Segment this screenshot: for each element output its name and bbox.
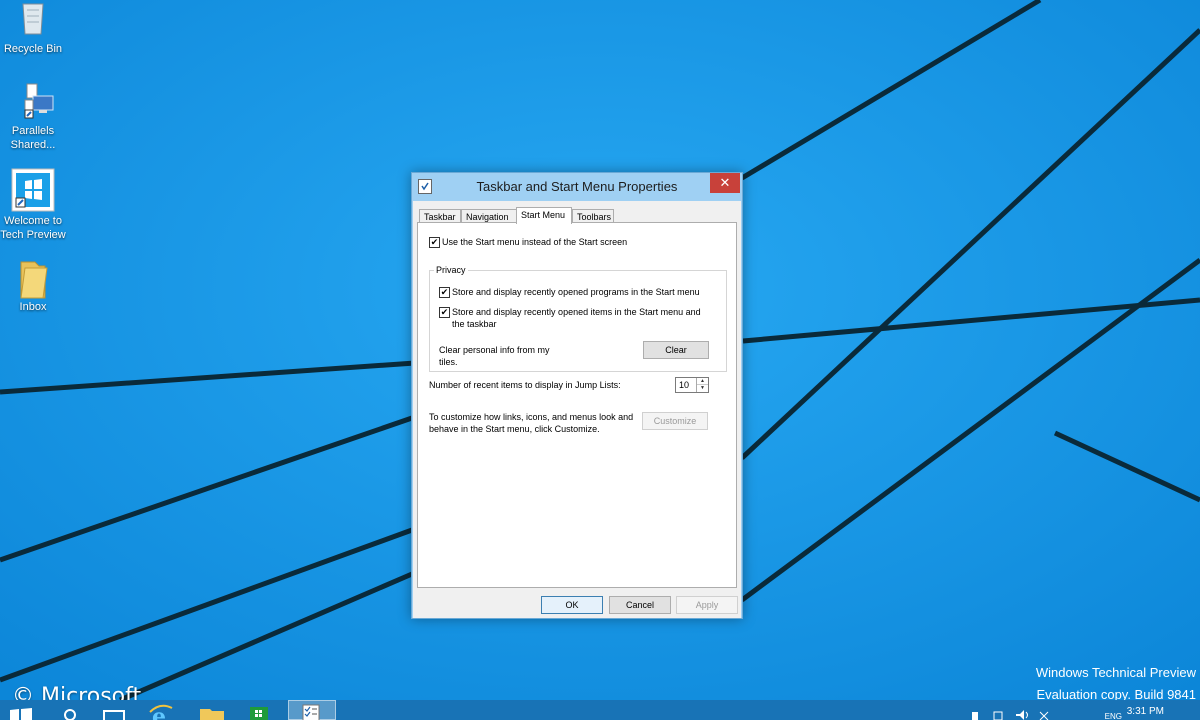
store-programs-checkbox[interactable]: ✔ bbox=[439, 287, 450, 298]
network-icon bbox=[993, 711, 1003, 720]
dialog-body: Taskbar Navigation Start Menu Toolbars ✔… bbox=[413, 201, 741, 618]
folder-icon bbox=[13, 258, 53, 299]
customize-text: To customize how links, icons, and menus… bbox=[429, 411, 633, 435]
privacy-legend: Privacy bbox=[434, 264, 468, 276]
store-icon bbox=[250, 707, 268, 720]
search-icon bbox=[64, 709, 76, 720]
dialog-title: Taskbar and Start Menu Properties bbox=[476, 179, 678, 194]
welcome-tech-preview-label: Welcome to Tech Preview bbox=[0, 215, 66, 241]
clear-personal-info-text: Clear personal info from my tiles. bbox=[439, 344, 550, 368]
folder-icon bbox=[200, 709, 224, 720]
language-indicator[interactable]: ENG bbox=[1105, 712, 1122, 720]
tray-misc-icon bbox=[1039, 711, 1049, 720]
clear-button[interactable]: Clear bbox=[643, 341, 709, 359]
inbox-label: Inbox bbox=[19, 301, 47, 313]
taskbar: e ENG 3:31 PM bbox=[0, 700, 1200, 720]
windows-logo-icon bbox=[11, 168, 55, 212]
close-button[interactable]: ✕ bbox=[710, 173, 740, 193]
task-view-icon bbox=[103, 710, 125, 720]
store-items-label-line-2: the taskbar bbox=[452, 319, 497, 329]
jump-lists-stepper[interactable]: 10 ▲ ▼ bbox=[675, 377, 709, 393]
inbox-shortcut[interactable]: Inbox bbox=[0, 258, 68, 314]
parallels-shared-shortcut[interactable]: Parallels Shared... bbox=[0, 82, 68, 152]
tab-navigation[interactable]: Navigation bbox=[461, 209, 517, 223]
customize-button[interactable]: Customize bbox=[642, 412, 708, 430]
windows-start-icon bbox=[10, 708, 32, 720]
recycle-bin-icon bbox=[13, 0, 53, 40]
parallels-shared-label: Parallels Shared... bbox=[10, 125, 56, 151]
store-items-label-line-1: Store and display recently opened items … bbox=[452, 307, 701, 317]
privacy-group: Privacy ✔ Store and display recently ope… bbox=[429, 264, 727, 372]
store-items-checkbox[interactable]: ✔ bbox=[439, 307, 450, 318]
action-center-icon bbox=[972, 712, 978, 720]
task-view-button[interactable] bbox=[92, 700, 136, 720]
recycle-bin-shortcut[interactable]: Recycle Bin bbox=[0, 0, 68, 56]
taskbar-properties-taskbar-button[interactable] bbox=[288, 700, 336, 720]
jump-lists-value[interactable]: 10 bbox=[679, 380, 689, 390]
welcome-tech-preview-shortcut[interactable]: Welcome to Tech Preview bbox=[0, 168, 68, 242]
ok-button[interactable]: OK bbox=[541, 596, 603, 614]
internet-explorer-button[interactable]: e bbox=[138, 700, 182, 720]
use-start-menu-label: Use the Start menu instead of the Start … bbox=[442, 237, 628, 247]
use-start-menu-checkbox[interactable]: ✔ bbox=[429, 237, 440, 248]
clear-text-line-1: Clear personal info from my bbox=[439, 345, 550, 355]
stepper-down-icon[interactable]: ▼ bbox=[697, 385, 708, 392]
customize-text-line-1: To customize how links, icons, and menus… bbox=[429, 412, 634, 422]
customize-text-line-2: behave in the Start menu, click Customiz… bbox=[429, 424, 600, 434]
eval-line-1: Windows Technical Preview bbox=[1035, 665, 1196, 680]
jump-lists-label: Number of recent items to display in Jum… bbox=[429, 380, 621, 390]
tab-start-menu[interactable]: Start Menu bbox=[516, 207, 572, 224]
taskbar-properties-dialog: Taskbar and Start Menu Properties ✕ Task… bbox=[411, 172, 743, 619]
tab-toolbars[interactable]: Toolbars bbox=[572, 209, 614, 223]
start-button[interactable] bbox=[0, 700, 44, 720]
start-menu-tab-panel: ✔ Use the Start menu instead of the Star… bbox=[417, 222, 737, 588]
clear-text-line-2: tiles. bbox=[439, 357, 458, 367]
tab-taskbar[interactable]: Taskbar bbox=[419, 209, 461, 223]
file-explorer-button[interactable] bbox=[190, 700, 234, 720]
recycle-bin-label: Recycle Bin bbox=[3, 43, 63, 55]
search-button[interactable] bbox=[48, 700, 92, 720]
cancel-button[interactable]: Cancel bbox=[609, 596, 671, 614]
store-programs-label: Store and display recently opened progra… bbox=[452, 287, 700, 297]
stepper-up-icon[interactable]: ▲ bbox=[697, 378, 708, 385]
taskbar-clock[interactable]: 3:31 PM bbox=[1127, 706, 1164, 717]
volume-icon bbox=[1016, 710, 1024, 720]
internet-explorer-icon: e bbox=[149, 704, 173, 720]
apply-button[interactable]: Apply bbox=[676, 596, 738, 614]
checklist-icon bbox=[302, 704, 320, 720]
store-items-label: Store and display recently opened items … bbox=[452, 306, 701, 330]
store-button[interactable] bbox=[238, 700, 282, 720]
dialog-titlebar[interactable]: Taskbar and Start Menu Properties ✕ bbox=[412, 173, 742, 201]
parallels-shared-icon bbox=[13, 82, 54, 122]
stepper-arrows: ▲ ▼ bbox=[696, 378, 708, 392]
